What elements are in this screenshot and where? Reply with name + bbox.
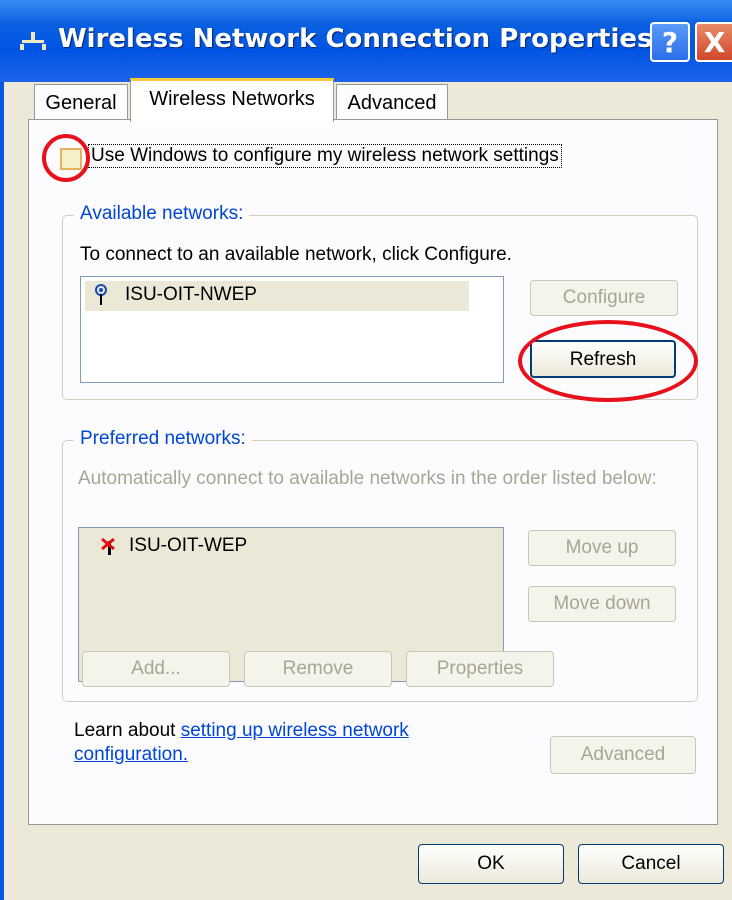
wireless-antenna-icon — [95, 284, 107, 305]
list-item[interactable]: ISU-OIT-WEP — [83, 532, 383, 562]
learn-link-part2[interactable]: configuration. — [74, 744, 188, 766]
advanced-button[interactable]: Advanced — [550, 736, 696, 774]
available-networks-title: Available networks: — [74, 203, 250, 225]
learn-link-part1[interactable]: setting up wireless network — [181, 720, 409, 741]
move-up-button[interactable]: Move up — [528, 530, 676, 566]
use-windows-label[interactable]: Use Windows to configure my wireless net… — [88, 144, 562, 168]
network-name: ISU-OIT-NWEP — [125, 284, 257, 305]
tab-general[interactable]: General — [34, 84, 128, 120]
remove-button[interactable]: Remove — [244, 651, 392, 687]
wireless-disconnected-icon — [101, 537, 115, 555]
list-item[interactable]: ISU-OIT-NWEP — [85, 281, 469, 311]
network-name: ISU-OIT-WEP — [129, 535, 248, 556]
configure-button[interactable]: Configure — [530, 280, 678, 316]
available-instruction: To connect to an available network, clic… — [80, 244, 512, 265]
move-down-button[interactable]: Move down — [528, 586, 676, 622]
ok-button[interactable]: OK — [418, 844, 564, 884]
highlight-ring-refresh — [518, 320, 698, 402]
tab-advanced[interactable]: Advanced — [336, 84, 448, 120]
window-frame-left — [0, 82, 4, 900]
highlight-ring-checkbox — [42, 134, 90, 182]
preferred-networks-title: Preferred networks: — [74, 428, 252, 450]
add-button[interactable]: Add... — [82, 651, 230, 687]
network-connection-icon — [20, 32, 46, 50]
dialog-window: Wireless Network Connection Properties ?… — [0, 0, 732, 900]
close-button[interactable]: X — [695, 22, 732, 62]
properties-button[interactable]: Properties — [406, 651, 554, 687]
help-button[interactable]: ? — [650, 22, 690, 62]
window-title: Wireless Network Connection Properties — [58, 24, 653, 54]
preferred-instruction: Automatically connect to available netwo… — [78, 468, 657, 489]
learn-prefix: Learn about — [74, 720, 181, 741]
tab-wireless-networks[interactable]: Wireless Networks — [130, 78, 334, 122]
title-bar[interactable]: Wireless Network Connection Properties ?… — [0, 0, 732, 82]
available-networks-list[interactable]: ISU-OIT-NWEP — [80, 276, 504, 383]
learn-about-text: Learn about setting up wireless network — [74, 720, 409, 742]
cancel-button[interactable]: Cancel — [578, 844, 724, 884]
